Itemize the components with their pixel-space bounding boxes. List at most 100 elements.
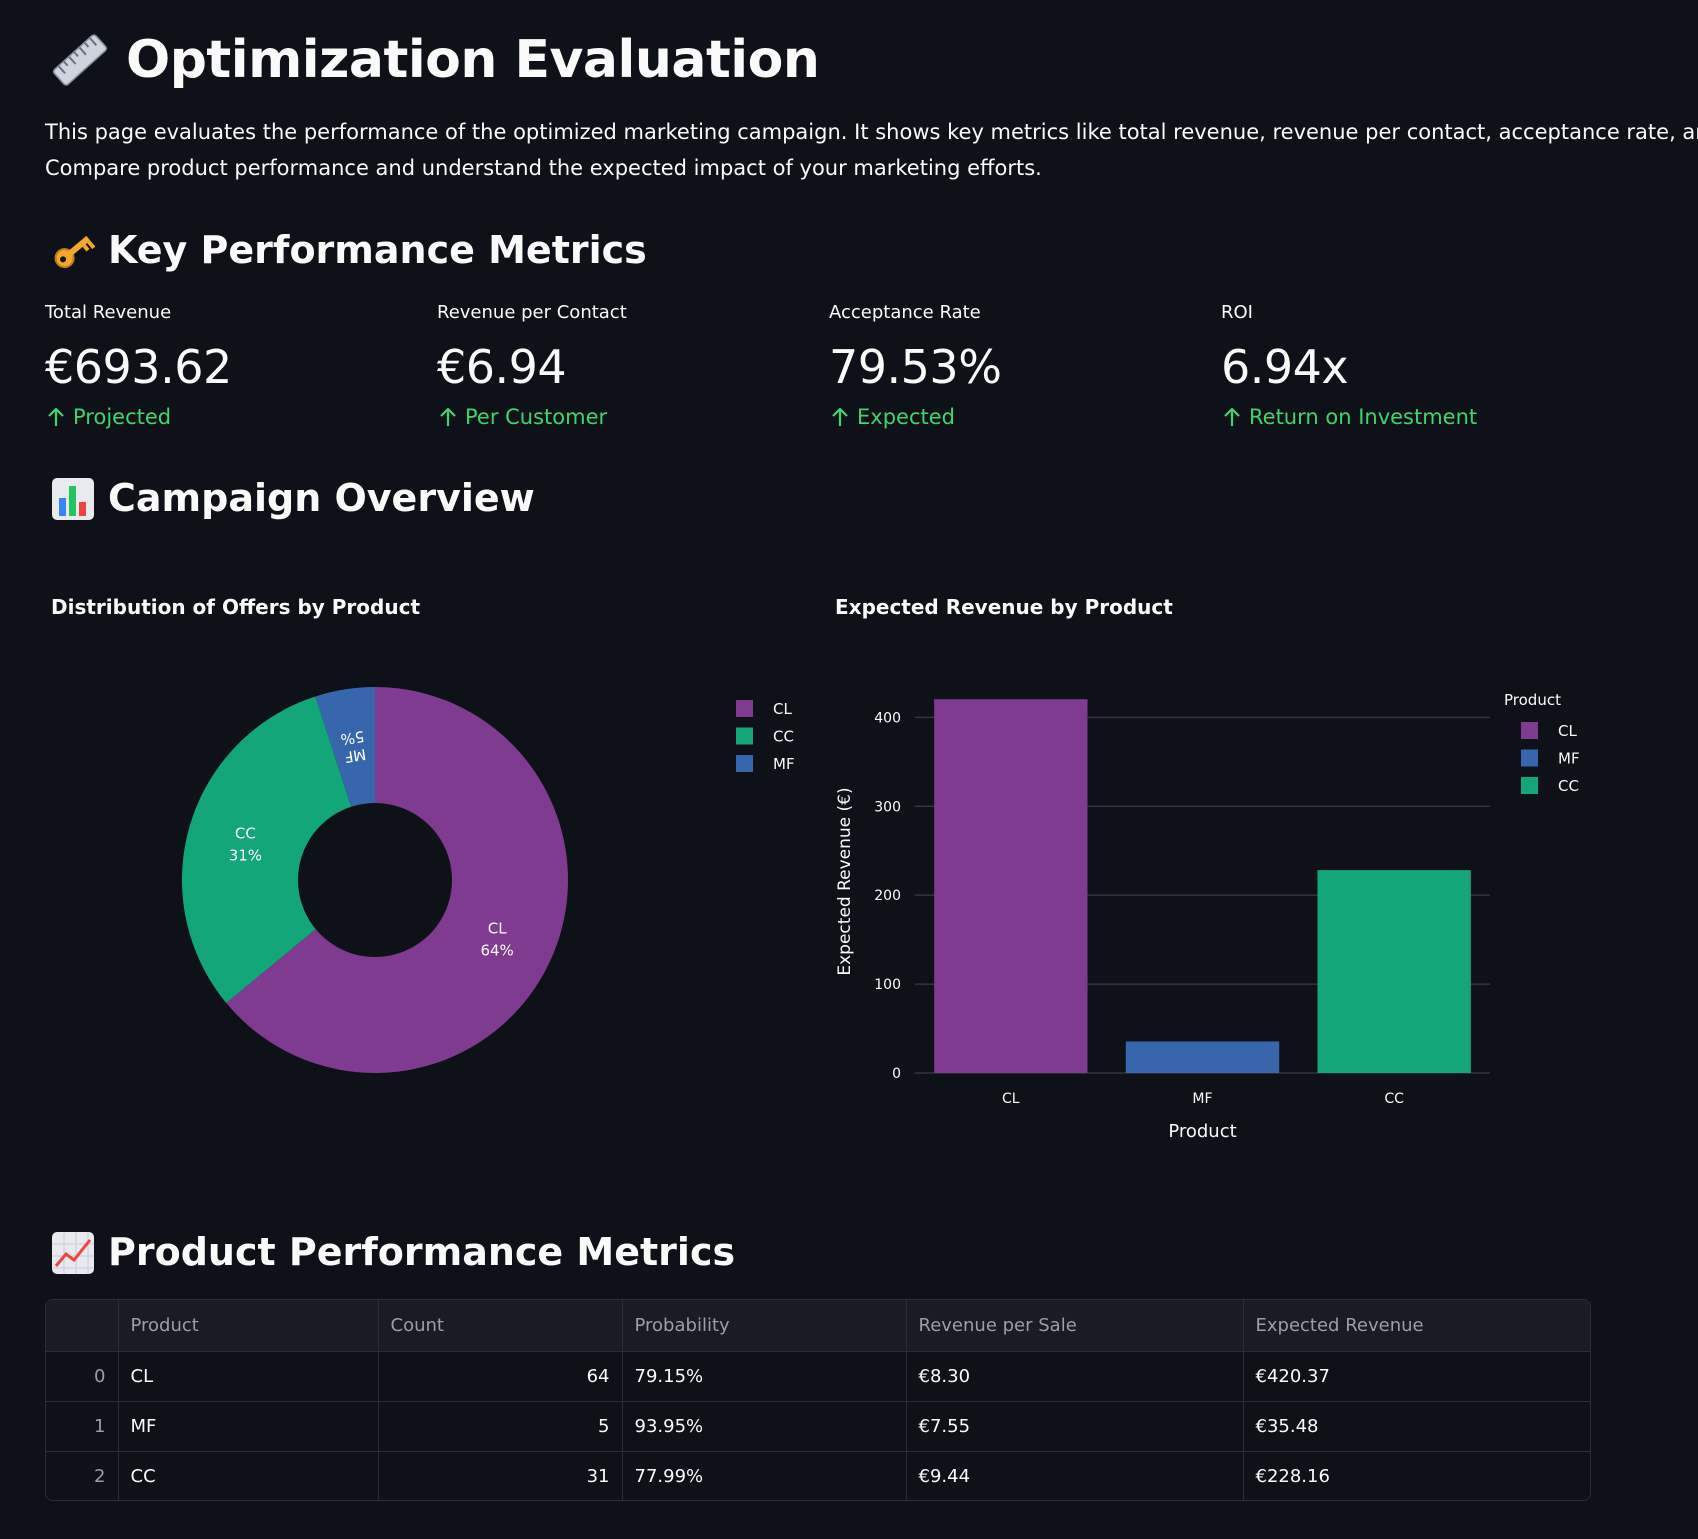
legend-swatch — [736, 755, 753, 772]
legend-item-cc[interactable]: CC — [1521, 777, 1579, 795]
table-row: 1 MF 5 93.95% €7.55 €35.48 — [46, 1401, 1590, 1452]
bar-legend: Product CL MF CC — [1504, 691, 1580, 795]
legend-item-cl[interactable]: CL — [1521, 722, 1577, 740]
legend-item-cl[interactable]: CL — [736, 700, 792, 718]
metric-label: ROI — [1221, 302, 1253, 323]
cell-probability[interactable]: 79.15% — [622, 1351, 907, 1402]
legend-item-mf[interactable]: MF — [1521, 749, 1580, 768]
ruler-icon — [50, 30, 110, 90]
metric-delta: Per Customer — [437, 402, 817, 432]
bar-cc[interactable] — [1317, 870, 1471, 1073]
metric-revenue-per-contact: Revenue per Contact €6.94 Per Customer — [437, 300, 817, 432]
legend-label: CC — [773, 728, 794, 746]
product-section-title: Product Performance Metrics — [108, 1230, 736, 1274]
legend-label: CC — [1558, 777, 1579, 795]
metric-delta: Return on Investment — [1221, 402, 1601, 432]
bar-chart: 0 100 200 300 400 CL MF CC Product Expected Reven… — [835, 699, 1490, 1142]
bar-mf[interactable] — [1125, 1041, 1280, 1073]
pie-percent-cc: 31% — [229, 846, 262, 864]
pie-label-cc: CC — [235, 824, 256, 842]
metric-value: €693.62 — [45, 340, 232, 394]
cell-count[interactable]: 64 — [378, 1351, 623, 1402]
pie-label-cl: CL — [488, 919, 507, 937]
page-title: Optimization Evaluation — [126, 30, 820, 90]
metric-label: Total Revenue — [45, 302, 172, 323]
key-icon — [50, 228, 96, 274]
metric-delta-text: Return on Investment — [1249, 405, 1478, 429]
bar-chart-title: Expected Revenue by Product — [835, 595, 1173, 619]
metric-delta: Expected — [829, 402, 1209, 432]
column-header-product[interactable]: Product — [118, 1300, 379, 1352]
chart-increasing-icon — [50, 1230, 96, 1276]
cell-revenue-per-sale[interactable]: €8.30 — [906, 1351, 1244, 1402]
table-row: 0 CL 64 79.15% €8.30 €420.37 — [46, 1351, 1590, 1402]
metric-total-revenue: Total Revenue €693.62 Projected — [45, 300, 425, 432]
metric-roi: ROI 6.94x Return on Investment — [1221, 300, 1601, 432]
cell-expected-revenue[interactable]: €420.37 — [1243, 1351, 1590, 1402]
y-tick-label: 300 — [874, 799, 901, 815]
intro-line-2: Compare product performance and understa… — [45, 156, 1042, 180]
row-index[interactable]: 2 — [46, 1451, 119, 1500]
legend-swatch — [1521, 722, 1538, 739]
metric-delta-text: Expected — [857, 405, 955, 429]
product-table[interactable]: Product Count Probability Revenue per Sa… — [45, 1299, 1591, 1501]
cell-product[interactable]: CC — [118, 1451, 379, 1500]
kpi-section-title: Key Performance Metrics — [108, 228, 647, 272]
cell-count[interactable]: 31 — [378, 1451, 623, 1500]
y-tick-label: 400 — [874, 710, 901, 726]
table-header-row: Product Count Probability Revenue per Sa… — [46, 1300, 1590, 1352]
legend-swatch — [1521, 749, 1538, 767]
y-tick-label: 100 — [874, 977, 901, 993]
metric-value: 79.53% — [829, 340, 1002, 394]
x-tick-label: MF — [1192, 1091, 1212, 1107]
metric-delta-text: Per Customer — [465, 405, 608, 429]
y-axis-label: Expected Revenue (€) — [835, 787, 855, 975]
bar-cl[interactable] — [934, 699, 1088, 1073]
legend-label: MF — [773, 755, 795, 773]
arrow-up-icon — [48, 407, 64, 426]
svg-text:5%: 5% — [339, 727, 365, 749]
column-header-probability[interactable]: Probability — [622, 1300, 907, 1352]
metric-label: Acceptance Rate — [829, 302, 981, 323]
arrow-up-icon — [440, 407, 456, 426]
pie-percent-cl: 64% — [480, 941, 513, 959]
cell-probability[interactable]: 77.99% — [622, 1451, 907, 1500]
cell-product[interactable]: CL — [118, 1351, 379, 1402]
column-header-index[interactable] — [46, 1300, 119, 1352]
x-axis-label: Product — [1168, 1121, 1236, 1142]
cell-revenue-per-sale[interactable]: €9.44 — [906, 1451, 1244, 1500]
legend-swatch — [1521, 777, 1538, 794]
metric-value: €6.94 — [437, 340, 567, 394]
column-header-expected-revenue[interactable]: Expected Revenue — [1243, 1300, 1590, 1352]
row-index[interactable]: 0 — [46, 1351, 119, 1402]
metric-acceptance-rate: Acceptance Rate 79.53% Expected — [829, 300, 1209, 432]
legend-label: CL — [773, 700, 792, 718]
legend-swatch — [736, 700, 753, 717]
legend-label: CL — [1558, 722, 1577, 740]
row-index[interactable]: 1 — [46, 1401, 119, 1452]
column-header-count[interactable]: Count — [378, 1300, 623, 1352]
metric-value: 6.94x — [1221, 340, 1349, 394]
pie-chart: CL64%CC31%MF5% — [182, 687, 568, 1073]
y-tick-label: 0 — [892, 1066, 901, 1082]
cell-probability[interactable]: 93.95% — [622, 1401, 907, 1452]
legend-item-mf[interactable]: MF — [736, 755, 795, 773]
cell-product[interactable]: MF — [118, 1401, 379, 1452]
column-header-revenue-per-sale[interactable]: Revenue per Sale — [906, 1300, 1244, 1352]
table-row: 2 CC 31 77.99% €9.44 €228.16 — [46, 1451, 1590, 1500]
arrow-up-icon — [832, 407, 848, 426]
cell-count[interactable]: 5 — [378, 1401, 623, 1452]
metric-delta-text: Projected — [73, 405, 172, 429]
intro-text: This page evaluates the performance of t… — [45, 114, 1698, 186]
pie-chart-title: Distribution of Offers by Product — [51, 595, 421, 619]
bar-chart-icon — [50, 476, 96, 522]
overview-section-title: Campaign Overview — [108, 476, 535, 520]
x-tick-label: CL — [1002, 1091, 1020, 1107]
cell-expected-revenue[interactable]: €35.48 — [1243, 1401, 1590, 1452]
metric-label: Revenue per Contact — [437, 302, 627, 323]
metric-delta: Projected — [45, 402, 425, 432]
legend-item-cc[interactable]: CC — [736, 727, 794, 746]
cell-expected-revenue[interactable]: €228.16 — [1243, 1451, 1590, 1500]
legend-swatch — [736, 727, 753, 745]
cell-revenue-per-sale[interactable]: €7.55 — [906, 1401, 1244, 1452]
